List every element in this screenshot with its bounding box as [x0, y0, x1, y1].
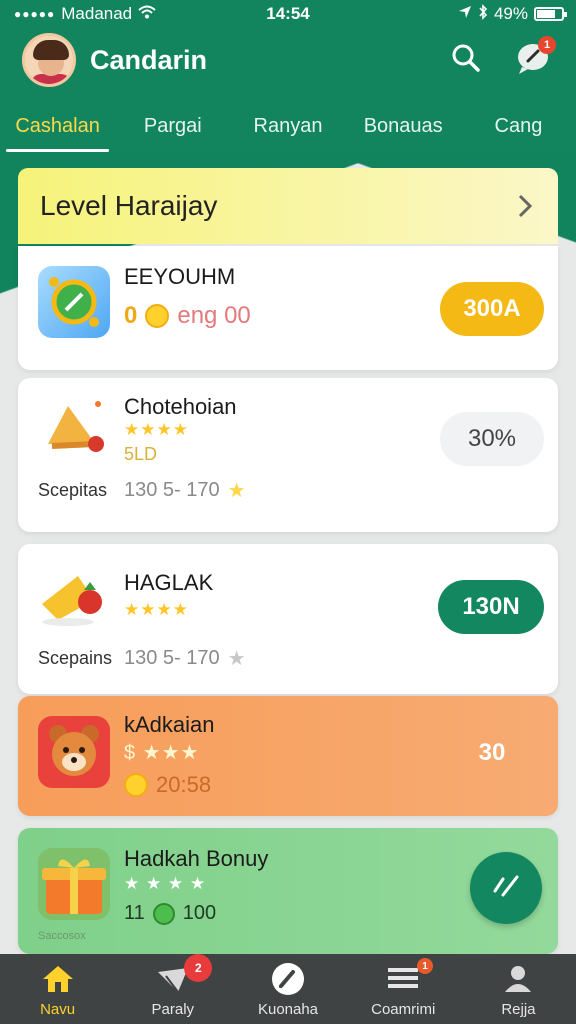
search-icon	[451, 43, 481, 78]
claim-button-label: 130N	[462, 593, 520, 620]
gift-icon	[38, 848, 110, 920]
nav-item-paraly[interactable]: 2 Paraly	[115, 954, 230, 1024]
level-banner-title: Level Haraijay	[40, 190, 218, 221]
rating-stars: ★ ★ ★ ★	[124, 874, 207, 893]
carrier-label: Madanad	[61, 4, 133, 23]
card-range: 130 5- 170	[124, 479, 220, 501]
bell-icon	[38, 394, 110, 466]
bonus-card[interactable]: Hadkah Bonuy ★ ★ ★ ★ 11 100 Saccosox	[18, 828, 558, 954]
bottom-nav: Navu 2 Paraly Kuonaha 1 Coamrimi Rejja	[0, 954, 576, 1024]
star-icon: ★	[227, 648, 246, 670]
location-icon	[458, 4, 472, 24]
card-title: Chotehoian	[124, 394, 237, 419]
search-button[interactable]	[446, 40, 486, 80]
coin-icon	[152, 902, 175, 925]
nav-label: Navu	[40, 1001, 76, 1018]
card-title: EEYOUHM	[124, 264, 236, 289]
card-title: Hadkah Bonuy	[124, 846, 269, 871]
wifi-icon	[138, 4, 156, 24]
app-title: Candarin	[90, 44, 208, 75]
level-banner[interactable]: Level Haraijay	[18, 168, 558, 244]
card-range: 130 5- 170	[124, 647, 220, 669]
tab-cashalan[interactable]: Cashalan	[0, 100, 115, 152]
nav-item-coamrimi[interactable]: 1 Coamrimi	[346, 954, 461, 1024]
card-footer-label: Scepitas	[38, 480, 108, 500]
nav-label: Kuonaha	[257, 1001, 319, 1018]
battery-icon	[534, 7, 567, 21]
reward-card[interactable]: EEYOUHM 0 eng 00 300A	[18, 246, 558, 370]
value-pill-label: 30	[478, 739, 506, 766]
tab-ranyan[interactable]: Ranyan	[230, 100, 345, 152]
rating-stars: $ ★★★	[124, 742, 200, 764]
nav-item-kuonaha[interactable]: Kuonaha	[230, 954, 345, 1024]
nav-item-home[interactable]: Navu	[0, 954, 115, 1024]
card-value: 0	[124, 302, 138, 329]
reward-card[interactable]: HAGLAK ★★★★ Scepains 130 5- 170 ★ 130N	[18, 544, 558, 694]
nav-label: Paraly	[151, 1001, 195, 1018]
card-footer-label: Scepains	[38, 648, 113, 668]
list-icon	[386, 963, 420, 995]
check-icon	[491, 873, 521, 904]
progress-pill-label: 30%	[467, 425, 517, 452]
card-value-secondary: 100	[182, 902, 217, 924]
claim-button[interactable]: 300A	[440, 282, 544, 336]
compass-icon	[38, 266, 110, 338]
coin-icon	[124, 773, 148, 797]
claim-button[interactable]: 130N	[438, 580, 544, 634]
reward-card[interactable]: Chotehoian ★★★★ 5LD Scepitas 130 5- 170 …	[18, 378, 558, 532]
tab-pargai[interactable]: Pargai	[115, 100, 230, 152]
status-bar: ●●●●● Madanad 14:54 49%	[0, 0, 576, 28]
card-title: HAGLAK	[124, 570, 214, 595]
chevron-right-icon	[516, 192, 534, 227]
star-icon: ★	[227, 480, 246, 502]
card-subtitle: 5LD	[124, 444, 158, 464]
tab-bonauas[interactable]: Bonauas	[346, 100, 461, 152]
card-value-secondary: eng 00	[177, 302, 251, 329]
coin-icon	[145, 304, 170, 328]
rating-stars: ★★★★	[124, 600, 189, 619]
nav-label: Coamrimi	[371, 1001, 436, 1018]
tab-bar: Cashalan Pargai Ranyan Bonauas Cang	[0, 100, 576, 152]
card-footer-label: Saccosox	[38, 930, 86, 942]
signal-icon: ●●●●●	[14, 7, 56, 21]
bear-icon	[38, 716, 110, 788]
reward-card[interactable]: kAdkaian $ ★★★ 20:58 30	[18, 696, 558, 816]
home-icon	[41, 963, 75, 995]
nav-badge: 1	[417, 958, 434, 974]
nav-label: Rejja	[501, 1001, 536, 1018]
profile-icon	[501, 963, 535, 995]
card-title: kAdkaian	[124, 712, 215, 737]
rating-stars: ★★★★	[124, 420, 189, 439]
card-value: 11	[124, 902, 145, 924]
claim-fab[interactable]	[470, 852, 542, 924]
claim-button-label: 300A	[463, 295, 521, 322]
app-bar: Candarin 1	[0, 30, 576, 90]
progress-pill[interactable]: 30%	[440, 412, 544, 466]
cheese-icon	[38, 560, 110, 632]
notification-badge: 1	[538, 36, 556, 54]
nav-item-rejja[interactable]: Rejja	[461, 954, 576, 1024]
chat-button[interactable]: 1	[514, 36, 556, 80]
avatar[interactable]	[22, 33, 76, 87]
brush-icon	[271, 963, 305, 995]
value-pill[interactable]: 30	[440, 726, 544, 780]
bluetooth-icon	[478, 3, 488, 25]
tab-cang[interactable]: Cang	[461, 100, 576, 152]
clock: 14:54	[266, 4, 310, 23]
battery-percent: 49%	[493, 4, 528, 23]
card-value: 20:58	[156, 772, 212, 797]
nav-badge: 2	[184, 954, 213, 982]
